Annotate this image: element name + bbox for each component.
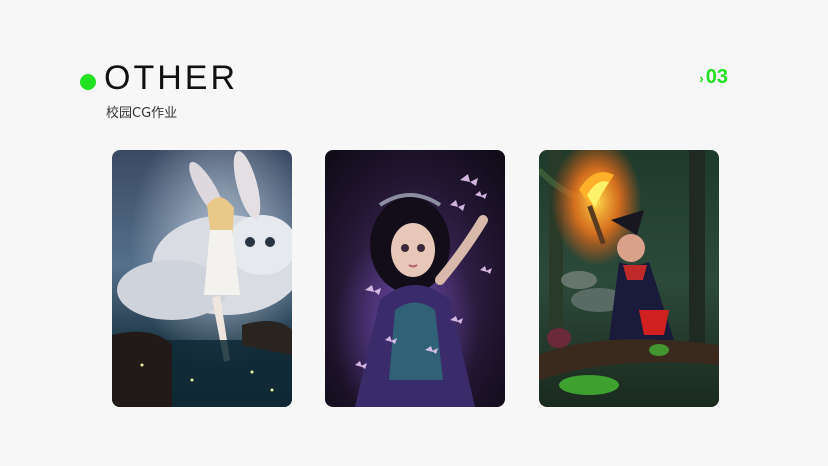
witch-torch-artwork — [539, 150, 719, 407]
artwork-card-butterfly[interactable] — [325, 150, 505, 407]
page-subtitle: 校园CG作业 — [106, 106, 178, 121]
page-number-value: 03 — [705, 66, 728, 88]
rabbit-girl-artwork — [112, 150, 292, 407]
page-number: › 03 — [699, 66, 728, 89]
page-title: OTHER — [104, 59, 238, 97]
artwork-card-witch[interactable] — [539, 150, 719, 407]
chevron-right-icon: › — [699, 69, 704, 86]
slide: OTHER 校园CG作业 › 03 — [0, 0, 828, 466]
artwork-card-rabbit[interactable] — [112, 150, 292, 407]
accent-dot-icon — [80, 74, 96, 90]
butterfly-fairy-artwork — [325, 150, 505, 407]
